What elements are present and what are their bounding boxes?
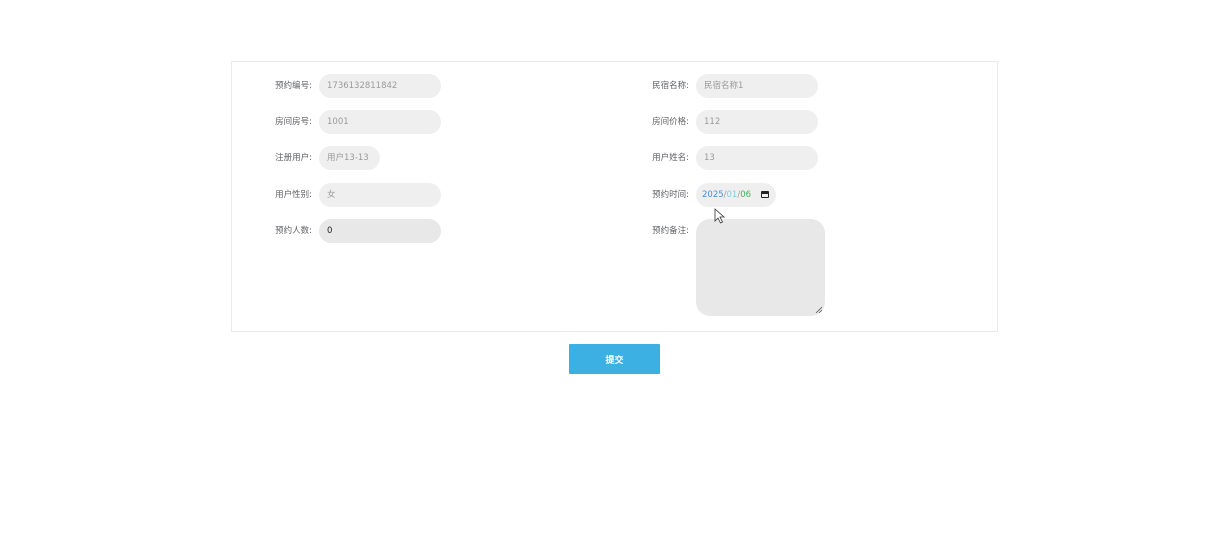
- calendar-icon[interactable]: [761, 191, 769, 198]
- room-number-field[interactable]: 1001: [319, 110, 441, 134]
- date-day: 06: [740, 190, 752, 200]
- homestay-name-field[interactable]: 民宿名称1: [696, 74, 818, 98]
- submit-button[interactable]: 提交: [569, 344, 660, 374]
- room-price-field[interactable]: 112: [696, 110, 818, 134]
- remark-label: 预约备注:: [652, 226, 689, 236]
- date-month: 01: [726, 190, 738, 200]
- remark-textarea[interactable]: [696, 219, 825, 316]
- booking-number-label: 预约编号:: [275, 81, 312, 91]
- guest-count-input[interactable]: 0: [319, 219, 441, 243]
- reservation-time-label: 预约时间:: [652, 190, 689, 200]
- user-gender-field[interactable]: 女: [319, 183, 441, 207]
- date-year: 2025: [702, 190, 724, 200]
- user-name-label: 用户姓名:: [652, 153, 689, 163]
- user-name-field[interactable]: 13: [696, 146, 818, 170]
- homestay-name-label: 民宿名称:: [652, 81, 689, 91]
- room-number-label: 房间房号:: [275, 117, 312, 127]
- resize-grip-icon[interactable]: [815, 306, 822, 313]
- registered-user-label: 注册用户:: [275, 153, 312, 163]
- guest-count-label: 预约人数:: [275, 226, 312, 236]
- mouse-cursor-icon: [714, 208, 726, 224]
- registered-user-select[interactable]: 用户13-13: [319, 146, 380, 170]
- room-price-label: 房间价格:: [652, 117, 689, 127]
- reservation-date-input[interactable]: 2025/01/06: [696, 183, 776, 207]
- booking-number-field[interactable]: 1736132811842: [319, 74, 441, 98]
- user-gender-label: 用户性别:: [275, 190, 312, 200]
